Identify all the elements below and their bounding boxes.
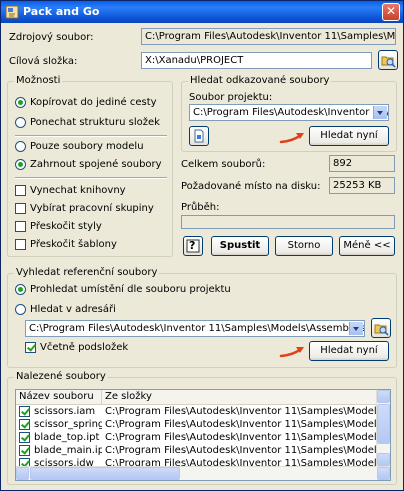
row-checkbox[interactable] <box>19 419 30 430</box>
search-by-project-radio[interactable] <box>15 284 26 295</box>
progress-label: Průběh: <box>181 202 220 213</box>
keep-structure-radio[interactable] <box>15 117 26 128</box>
search-by-project-label[interactable]: Prohledat umístění dle souboru projektu <box>30 284 231 295</box>
project-file-dropdown[interactable]: C:\Program Files\Autodesk\Inventor 11\Sa… <box>189 104 389 121</box>
file-name: blade_main.ipt <box>34 445 102 456</box>
options-divider-2 <box>15 177 167 179</box>
scroll-up-button[interactable] <box>377 390 390 403</box>
find-search-now-button[interactable]: Hledat nyní <box>309 341 389 361</box>
file-name: scissor_spring.ipt <box>34 419 102 430</box>
include-linked-label[interactable]: Zahrnout spojené soubory <box>30 159 162 170</box>
project-file-browse-button[interactable] <box>189 126 209 146</box>
model-only-label[interactable]: Pouze soubory modelu <box>30 141 144 152</box>
model-only-radio[interactable] <box>15 141 26 152</box>
keep-structure-label[interactable]: Ponechat strukturu složek <box>30 117 160 128</box>
column-header-name[interactable]: Název souboru <box>16 390 102 404</box>
chevron-down-icon[interactable] <box>373 106 387 119</box>
skip-libraries-label[interactable]: Vynechat knihovny <box>30 185 126 196</box>
list-item[interactable]: blade_top.ipt C:\Program Files\Autodesk\… <box>16 431 390 444</box>
search-folder-value: C:\Program Files\Autodesk\Inventor 11\Sa… <box>29 323 364 334</box>
found-files-title: Nalezené soubory <box>14 371 108 382</box>
browse-folder-icon <box>381 56 396 68</box>
row-checkbox[interactable] <box>19 432 30 443</box>
skip-libraries-checkbox[interactable] <box>15 185 26 196</box>
help-button[interactable]: ? <box>183 236 203 256</box>
file-folder: C:\Program Files\Autodesk\Inventor 11\Sa… <box>105 432 377 443</box>
hint-arrow-icon <box>279 347 304 358</box>
search-in-folder-radio[interactable] <box>15 304 26 315</box>
search-referenced-title: Hledat odkazované soubory <box>188 75 332 86</box>
start-button[interactable]: Spustit <box>211 236 269 256</box>
list-item[interactable]: scissor_spring.ipt C:\Program Files\Auto… <box>16 418 390 431</box>
scroll-right-button[interactable] <box>377 467 390 480</box>
search-folder-dropdown[interactable]: C:\Program Files\Autodesk\Inventor 11\Sa… <box>25 320 365 337</box>
row-checkbox[interactable] <box>19 406 30 417</box>
progress-bar <box>181 215 395 229</box>
skip-styles-checkbox[interactable] <box>15 221 26 232</box>
include-subfolders-checkbox[interactable] <box>25 342 36 353</box>
copy-single-radio[interactable] <box>15 97 26 108</box>
choose-workgroups-label[interactable]: Vybírat pracovní skupiny <box>30 203 154 214</box>
source-file-field[interactable]: C:\Program Files\Autodesk\Inventor 11\Sa… <box>141 28 396 45</box>
options-title: Možnosti <box>14 75 63 86</box>
browse-target-button[interactable] <box>378 50 398 70</box>
file-folder: C:\Program Files\Autodesk\Inventor 11\Sa… <box>105 419 377 430</box>
total-files-label: Celkem souborů: <box>181 159 266 170</box>
disk-space-field: 25253 KB <box>329 177 395 194</box>
source-file-label: Zdrojový soubor: <box>9 32 94 43</box>
found-files-list[interactable]: Název souboru Ze složky scissors.iam C:\… <box>15 389 391 481</box>
app-icon <box>5 5 19 19</box>
hint-arrow-icon <box>279 133 304 144</box>
vertical-scrollbar[interactable] <box>376 390 390 466</box>
list-item[interactable]: scissors.iam C:\Program Files\Autodesk\I… <box>16 405 390 418</box>
window-title: Pack and Go <box>23 5 100 18</box>
list-item[interactable]: blade_main.ipt C:\Program Files\Autodesk… <box>16 444 390 457</box>
target-folder-label: Cílová složka: <box>9 56 78 67</box>
target-folder-input[interactable]: X:\Xanadu\PROJECT <box>141 52 372 69</box>
skip-styles-label[interactable]: Přeskočit styly <box>30 221 102 232</box>
skip-templates-checkbox[interactable] <box>15 239 26 250</box>
file-folder: C:\Program Files\Autodesk\Inventor 11\Sa… <box>105 406 377 417</box>
close-button[interactable]: ✕ <box>382 3 400 21</box>
choose-workgroups-checkbox[interactable] <box>15 203 26 214</box>
browse-folder-button[interactable] <box>371 318 391 338</box>
scroll-thumb[interactable] <box>377 404 390 444</box>
horizontal-scrollbar[interactable] <box>16 466 390 480</box>
skip-templates-label[interactable]: Přeskočit šablony <box>30 239 117 250</box>
list-header: Název souboru Ze složky <box>16 390 390 405</box>
row-checkbox[interactable] <box>19 445 30 456</box>
file-name: scissors.iam <box>34 406 96 417</box>
project-file-value: C:\Program Files\Autodesk\Inventor 11\Sa… <box>193 107 388 118</box>
file-name: blade_top.ipt <box>34 432 100 443</box>
column-header-folder[interactable]: Ze složky <box>102 390 378 404</box>
include-subfolders-label[interactable]: Včetně podsložek <box>40 342 128 353</box>
chevron-down-icon[interactable] <box>349 322 363 335</box>
less-button[interactable]: Méně << <box>339 236 395 256</box>
scroll-left-button[interactable] <box>16 467 29 480</box>
scroll-down-button[interactable] <box>377 453 390 466</box>
title-bar[interactable]: Pack and Go ✕ <box>1 1 403 23</box>
help-label: ? <box>189 239 196 252</box>
include-linked-radio[interactable] <box>15 159 26 170</box>
pack-and-go-dialog: Pack and Go ✕ Zdrojový soubor: C:\Progra… <box>0 0 404 491</box>
disk-space-label: Požadované místo na disku: <box>181 181 321 192</box>
hscroll-thumb[interactable] <box>30 467 180 480</box>
search-in-folder-label[interactable]: Hledat v adresáři <box>30 304 116 315</box>
project-file-icon <box>194 129 204 143</box>
file-folder: C:\Program Files\Autodesk\Inventor 11\Sa… <box>105 445 377 456</box>
close-icon: ✕ <box>385 4 397 18</box>
search-now-button[interactable]: Hledat nyní <box>309 126 389 146</box>
find-reference-title: Vyhledat referenční soubory <box>14 267 160 278</box>
project-file-label: Soubor projektu: <box>189 92 273 103</box>
cancel-button[interactable]: Storno <box>275 236 333 256</box>
options-divider-1 <box>15 135 167 137</box>
total-files-field: 892 <box>329 155 395 172</box>
copy-single-label[interactable]: Kopírovat do jediné cesty <box>30 97 157 108</box>
browse-folder-icon <box>374 324 389 336</box>
